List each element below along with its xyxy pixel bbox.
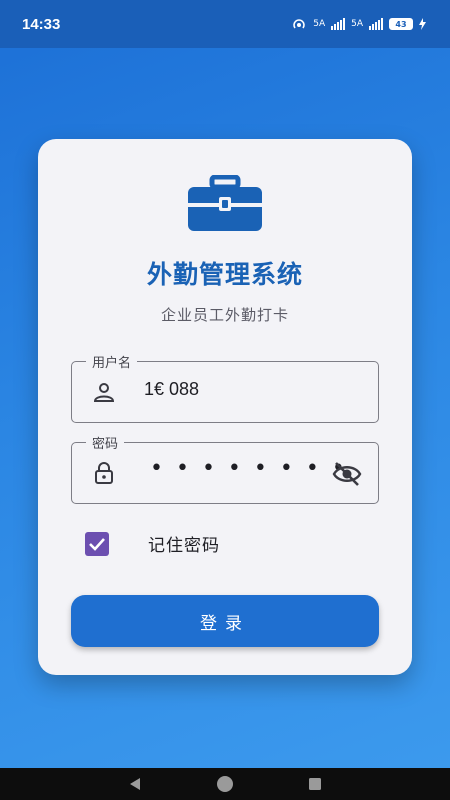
- charging-icon: [419, 18, 426, 30]
- lock-icon: [95, 462, 113, 484]
- status-bar: 14:33 5A 5A 43: [0, 0, 450, 48]
- network-label-1: 5A: [313, 19, 326, 29]
- signal-icon-2: [369, 18, 383, 30]
- signal-icon: [331, 18, 346, 30]
- eye-off-icon[interactable]: [332, 461, 362, 487]
- login-card: 外勤管理系统 企业员工外勤打卡 用户名 1€ 088 密码 •••••••• 记…: [38, 139, 412, 675]
- username-input[interactable]: 1€ 088: [144, 379, 199, 400]
- home-button[interactable]: [215, 774, 235, 794]
- username-field[interactable]: 用户名 1€ 088: [71, 352, 379, 423]
- status-icons: 5A 5A 43: [291, 17, 426, 31]
- hotspot-icon: [293, 19, 305, 29]
- navigation-bar: [0, 768, 450, 800]
- briefcase-icon: [188, 175, 262, 231]
- username-label: 用户名: [86, 352, 138, 371]
- app-subtitle: 企业员工外勤打卡: [160, 306, 289, 324]
- status-time: 14:33: [22, 15, 61, 33]
- password-input[interactable]: ••••••••: [150, 456, 358, 481]
- back-icon: [130, 778, 140, 790]
- recents-icon: [309, 778, 321, 790]
- password-label: 密码: [86, 433, 125, 452]
- remember-label: 记住密码: [148, 536, 220, 556]
- recents-button[interactable]: [305, 774, 325, 794]
- app-title: 外勤管理系统: [146, 260, 303, 289]
- remember-password-row[interactable]: 记住密码: [85, 531, 220, 556]
- checkmark-icon: [89, 537, 105, 551]
- person-icon: [93, 383, 115, 402]
- login-button[interactable]: 登录: [71, 595, 379, 647]
- network-label-2: 5A: [351, 19, 363, 29]
- remember-checkbox[interactable]: [85, 531, 109, 556]
- back-button[interactable]: [125, 774, 145, 794]
- password-field[interactable]: 密码 ••••••••: [71, 433, 379, 504]
- battery-icon: 43: [389, 18, 413, 30]
- home-icon: [217, 776, 233, 792]
